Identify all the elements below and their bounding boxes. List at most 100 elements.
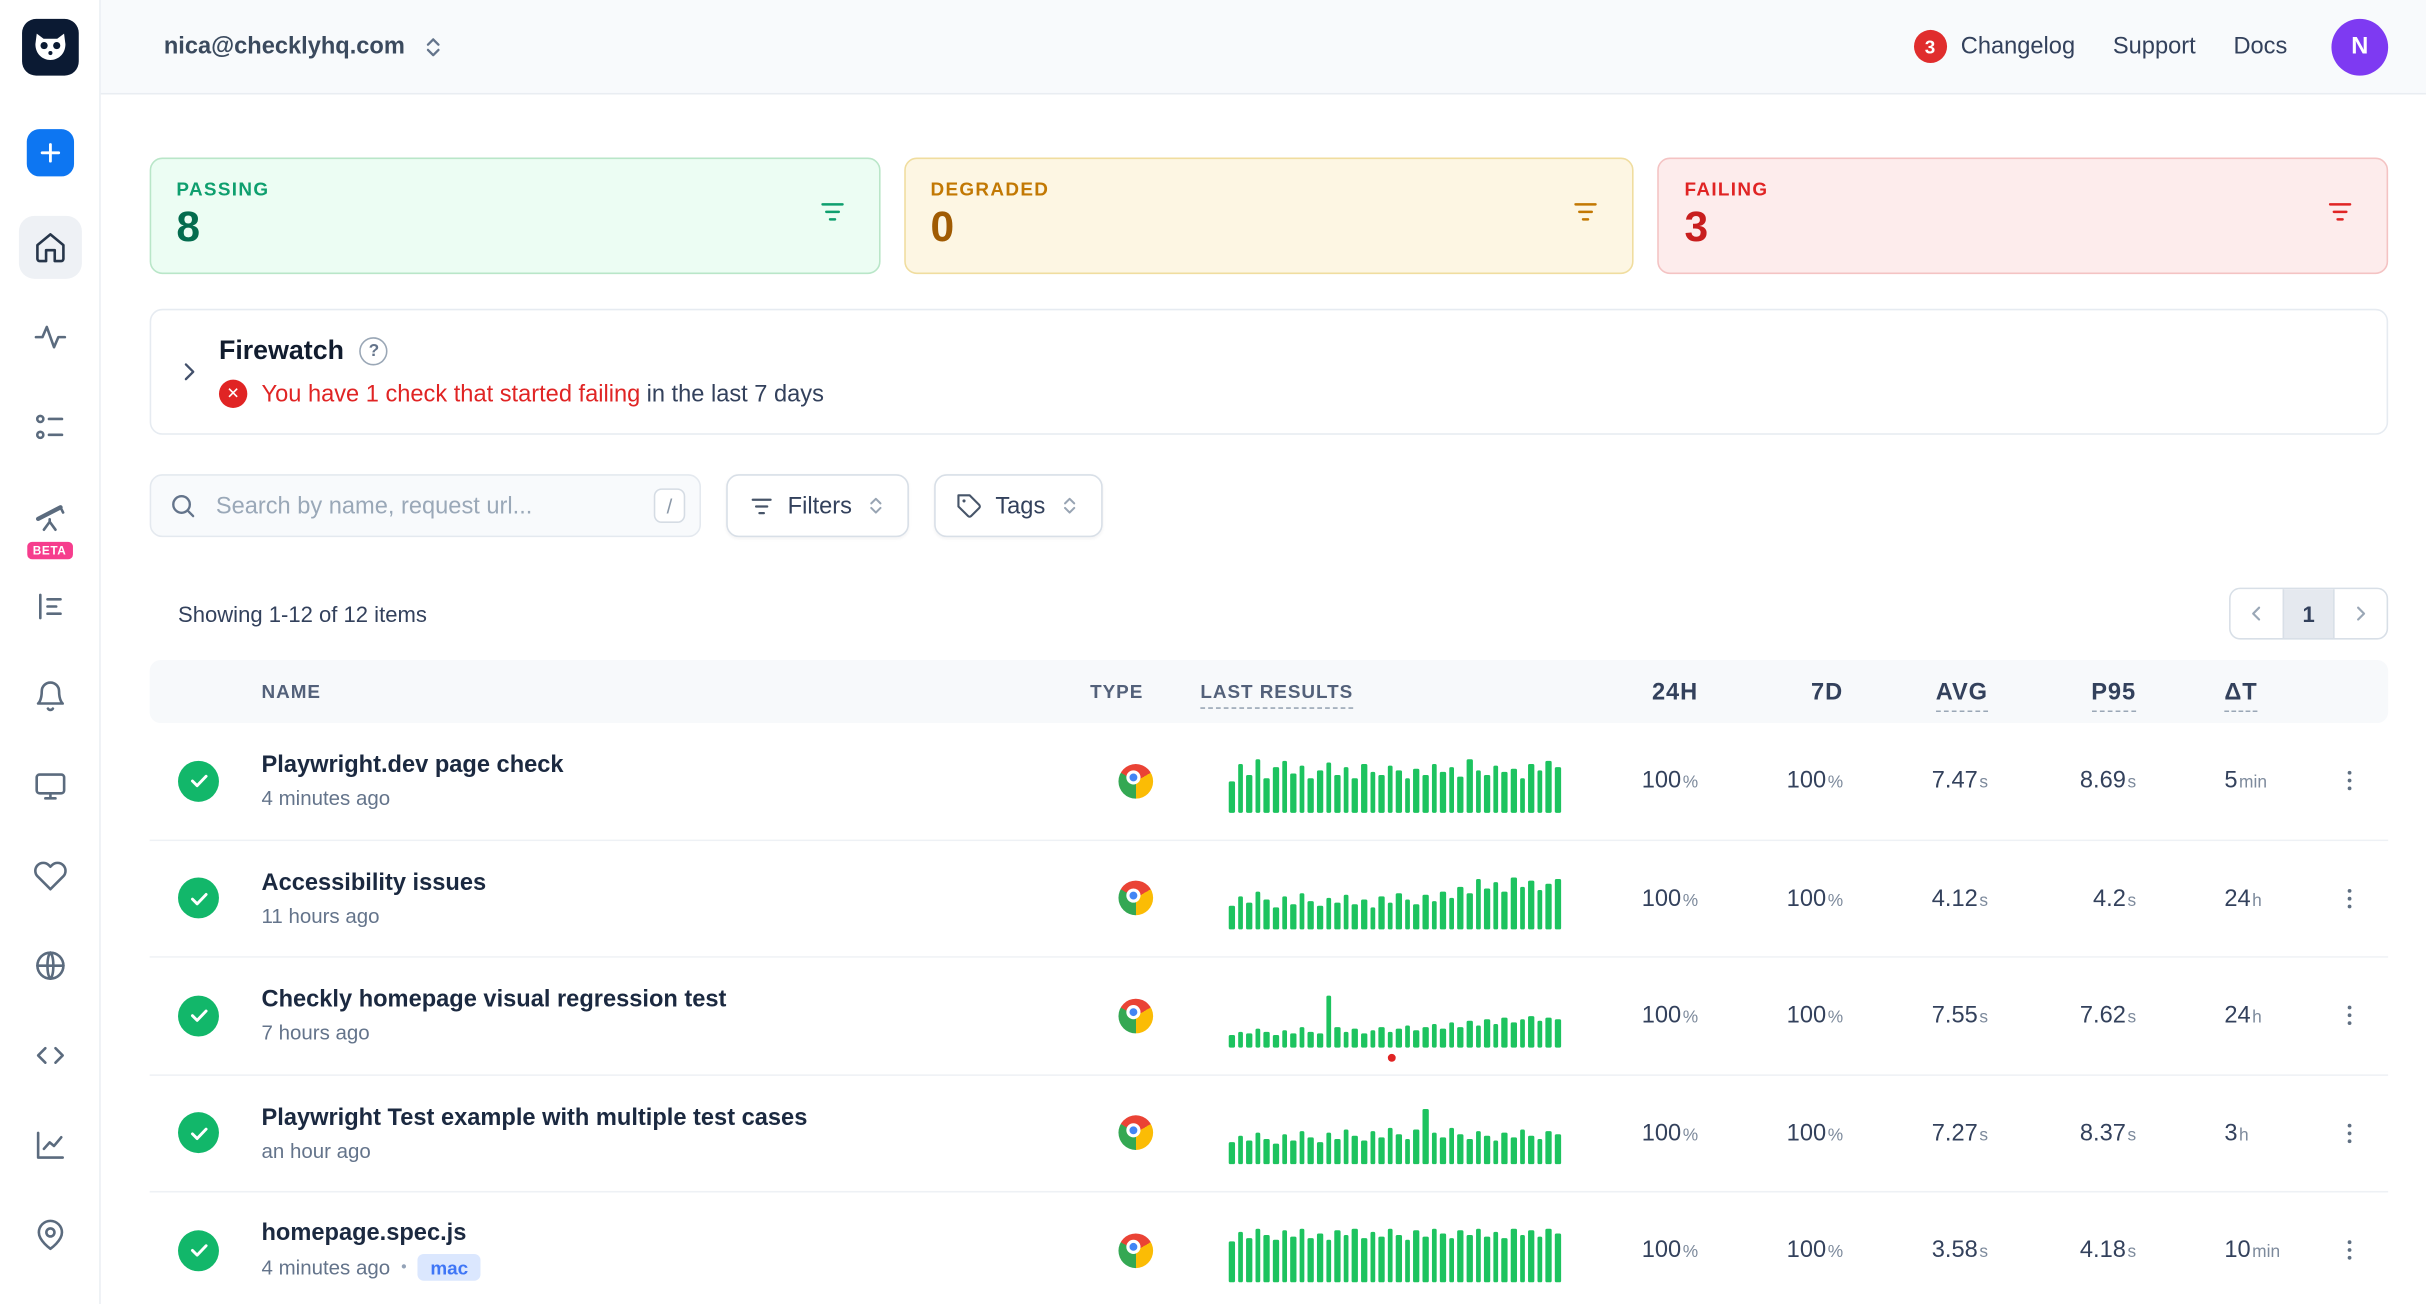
account-switcher[interactable]: nica@checklyhq.com [164, 33, 446, 60]
value-dt: 10min [2136, 1237, 2303, 1264]
check-name[interactable]: Accessibility issues [261, 869, 1090, 896]
next-page-button[interactable] [2335, 589, 2387, 638]
col-p95[interactable]: P95 [1988, 678, 2136, 705]
firewatch-panel: Firewatch ? ✕ You have 1 check that star… [150, 309, 2389, 435]
sidebar-item-dashboards[interactable] [18, 755, 81, 818]
firewatch-alert-highlight: You have 1 check that started failing [261, 380, 640, 407]
docs-link[interactable]: Docs [2233, 33, 2287, 60]
checkly-logo[interactable] [21, 19, 78, 76]
col-dt[interactable]: ΔT [2136, 678, 2303, 705]
value-p95: 8.37s [1988, 1120, 2136, 1147]
chevron-up-down-icon [1058, 495, 1080, 517]
table-row[interactable]: homepage.spec.js 4 minutes ago•mac 100% … [150, 1193, 2389, 1304]
last-results-sparkline[interactable] [1229, 1102, 1569, 1165]
changelog-link[interactable]: Changelog [1961, 33, 2075, 60]
chevron-up-down-icon [865, 495, 887, 517]
value-24h: 100% [1578, 885, 1698, 912]
create-new-button[interactable] [26, 129, 73, 176]
sidebar-item-logs[interactable] [18, 575, 81, 638]
sidebar-item-analytics[interactable] [18, 1114, 81, 1177]
changelog-count-badge[interactable]: 3 [1914, 30, 1947, 63]
status-passing-icon [178, 1230, 219, 1271]
filters-button[interactable]: Filters [726, 474, 908, 537]
row-menu-button[interactable] [2327, 761, 2373, 800]
value-p95: 4.18s [1988, 1237, 2136, 1264]
firewatch-expand-button[interactable] [173, 356, 205, 388]
raccoon-icon [29, 27, 70, 68]
value-p95: 7.62s [1988, 1002, 2136, 1029]
top-bar: nica@checklyhq.com 3 Changelog Support D… [101, 0, 2426, 95]
support-link[interactable]: Support [2113, 33, 2196, 60]
filter-degraded-icon[interactable] [1571, 197, 1601, 235]
row-menu-button[interactable] [2327, 1113, 2373, 1152]
user-avatar[interactable]: N [2331, 18, 2388, 75]
value-24h: 100% [1578, 1002, 1698, 1029]
prev-page-button[interactable] [2231, 589, 2283, 638]
sidebar-item-locations[interactable] [18, 1204, 81, 1267]
sidebar-item-alerts[interactable] [18, 665, 81, 728]
last-results-sparkline[interactable] [1229, 867, 1569, 930]
sidebar-item-checks[interactable] [18, 395, 81, 458]
sidebar-item-home[interactable] [18, 216, 81, 279]
sidebar-item-detect-beta[interactable]: BETA [18, 485, 81, 548]
last-results-sparkline[interactable] [1229, 1219, 1569, 1282]
row-menu-button[interactable] [2327, 879, 2373, 918]
table-row[interactable]: Accessibility issues 11 hours ago 100% 1… [150, 840, 2389, 957]
sidebar-item-traces[interactable] [18, 306, 81, 369]
col-avg[interactable]: AVG [1843, 678, 1988, 705]
value-dt: 24h [2136, 885, 2303, 912]
failing-count: 3 [1685, 206, 1769, 249]
passing-card[interactable]: PASSING 8 [150, 158, 880, 275]
kebab-icon [2336, 885, 2363, 912]
chart-icon [32, 1128, 67, 1163]
last-results-sparkline[interactable] [1229, 984, 1569, 1047]
filter-passing-icon[interactable] [817, 197, 847, 235]
failing-card[interactable]: FAILING 3 [1658, 158, 2388, 275]
sidebar: BETA [0, 0, 101, 1304]
value-avg: 7.47s [1843, 768, 1988, 795]
chrome-icon [1118, 998, 1153, 1033]
failure-marker-dot [1388, 1053, 1396, 1061]
check-tag-badge[interactable]: mac [418, 1254, 481, 1281]
sidebar-item-private-locations[interactable] [18, 934, 81, 997]
row-menu-button[interactable] [2327, 996, 2373, 1035]
check-name[interactable]: Checkly homepage visual regression test [261, 987, 1090, 1014]
kebab-icon [2336, 1120, 2363, 1147]
degraded-card[interactable]: DEGRADED 0 [904, 158, 1634, 275]
check-name[interactable]: Playwright Test example with multiple te… [261, 1104, 1090, 1131]
sidebar-item-cli[interactable] [18, 1024, 81, 1087]
current-page[interactable]: 1 [2283, 589, 2335, 638]
filter-failing-icon[interactable] [2325, 197, 2355, 235]
table-row[interactable]: Checkly homepage visual regression test … [150, 958, 2389, 1075]
col-7d: 7D [1698, 678, 1843, 705]
table-body: Playwright.dev page check 4 minutes ago … [150, 723, 2389, 1304]
check-name[interactable]: homepage.spec.js [261, 1220, 1090, 1247]
value-dt: 24h [2136, 1002, 2303, 1029]
check-name[interactable]: Playwright.dev page check [261, 752, 1090, 779]
status-passing-icon [178, 760, 219, 801]
value-avg: 7.55s [1843, 1002, 1988, 1029]
bell-icon [32, 679, 67, 714]
table-row[interactable]: Playwright Test example with multiple te… [150, 1075, 2389, 1192]
check-meta: 4 minutes ago [261, 786, 1090, 810]
help-icon[interactable]: ? [360, 337, 388, 365]
value-7d: 100% [1698, 885, 1843, 912]
home-icon [32, 230, 67, 265]
sidebar-item-status-pages[interactable] [18, 844, 81, 907]
application-window: BETA [0, 0, 2426, 1304]
value-7d: 100% [1698, 1237, 1843, 1264]
value-7d: 100% [1698, 1120, 1843, 1147]
table-row[interactable]: Playwright.dev page check 4 minutes ago … [150, 723, 2389, 840]
value-7d: 100% [1698, 1002, 1843, 1029]
plus-icon [35, 139, 63, 167]
chevron-right-icon [2349, 602, 2373, 626]
code-icon [32, 1038, 67, 1073]
row-menu-button[interactable] [2327, 1231, 2373, 1270]
logs-icon [32, 589, 67, 624]
last-results-sparkline[interactable] [1229, 749, 1569, 812]
tags-button[interactable]: Tags [934, 474, 1102, 537]
col-last-results[interactable]: LAST RESULTS [1200, 681, 1578, 703]
firewatch-title: Firewatch [219, 336, 344, 368]
search-input[interactable] [150, 474, 701, 537]
value-24h: 100% [1578, 768, 1698, 795]
